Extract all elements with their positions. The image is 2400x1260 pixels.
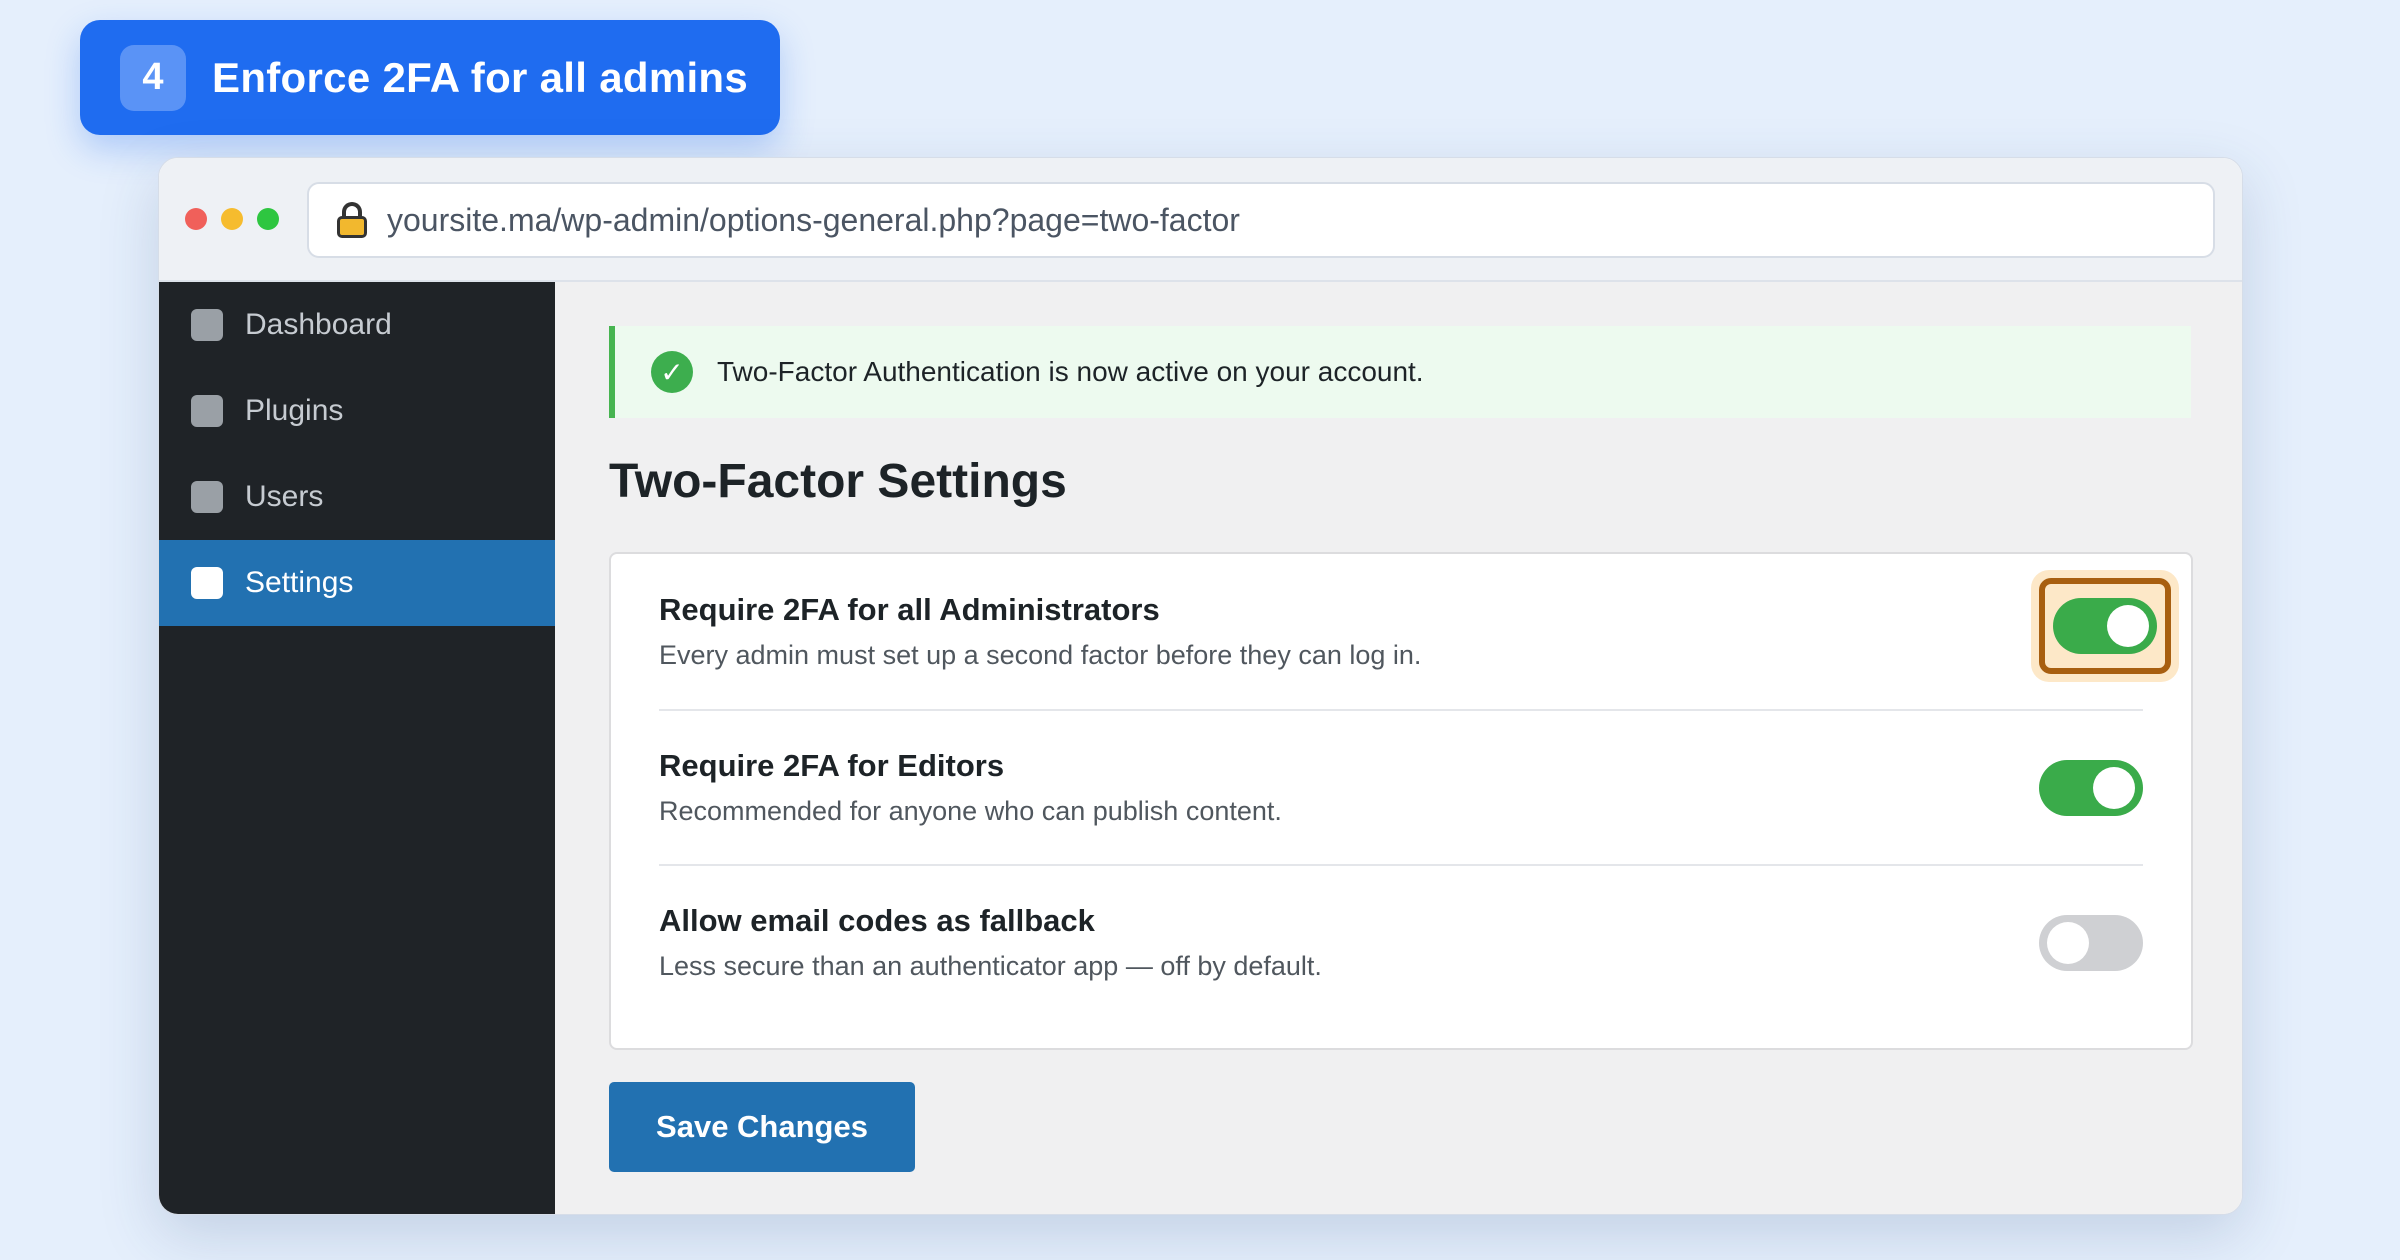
sidebar-item-plugins[interactable]: Plugins (159, 368, 555, 454)
sidebar-item-label: Users (245, 480, 324, 513)
sidebar-item-settings[interactable]: Settings (159, 540, 555, 626)
require-2fa-editors-toggle[interactable] (2039, 759, 2143, 816)
settings-card: Require 2FA for all Administrators Every… (609, 552, 2193, 1050)
highlight-ring (2031, 569, 2179, 682)
toggle-knob (2107, 604, 2149, 647)
close-window-dot[interactable] (185, 208, 207, 230)
setting-title: Require 2FA for all Administrators (659, 592, 1160, 627)
save-changes-button[interactable]: Save Changes (609, 1082, 915, 1172)
sidebar-item-dashboard[interactable]: Dashboard (159, 282, 555, 368)
check-icon: ✓ (651, 351, 693, 393)
browser-window: yoursite.ma/wp-admin/options-general.php… (158, 157, 2243, 1215)
minimize-window-dot[interactable] (221, 208, 243, 230)
address-bar[interactable]: yoursite.ma/wp-admin/options-general.php… (307, 182, 2215, 258)
sidebar-item-label: Settings (245, 566, 354, 599)
toggle-knob (2047, 921, 2089, 964)
email-fallback-toggle[interactable] (2039, 914, 2143, 971)
browser-titlebar: yoursite.ma/wp-admin/options-general.php… (159, 158, 2242, 282)
sidebar-item-users[interactable]: Users (159, 454, 555, 540)
step-badge: 4 Enforce 2FA for all admins (80, 20, 780, 135)
setting-description: Less secure than an authenticator app — … (659, 951, 1322, 981)
setting-row-email-fallback: Allow email codes as fallback Less secur… (659, 864, 2143, 1019)
step-title: Enforce 2FA for all admins (212, 53, 749, 101)
lock-icon (337, 202, 367, 238)
plugins-icon (191, 395, 223, 427)
notice-text: Two-Factor Authentication is now active … (717, 356, 1424, 387)
setting-row-admins: Require 2FA for all Administrators Every… (659, 554, 2179, 709)
success-notice: ✓ Two-Factor Authentication is now activ… (609, 326, 2191, 418)
setting-title: Require 2FA for Editors (659, 748, 1005, 783)
setting-description: Recommended for anyone who can publish c… (659, 796, 1282, 826)
maximize-window-dot[interactable] (257, 208, 279, 230)
sidebar-item-label: Plugins (245, 394, 344, 427)
setting-title: Allow email codes as fallback (659, 903, 1095, 938)
setting-description: Every admin must set up a second factor … (659, 640, 1422, 670)
setting-row-editors: Require 2FA for Editors Recommended for … (659, 709, 2143, 864)
dashboard-icon (191, 309, 223, 341)
sidebar-item-label: Dashboard (245, 308, 392, 341)
main-content: ✓ Two-Factor Authentication is now activ… (555, 282, 2242, 1214)
users-icon (191, 481, 223, 513)
admin-sidebar: Dashboard Plugins Users Settings (159, 282, 555, 1214)
settings-icon (191, 567, 223, 599)
require-2fa-admins-toggle[interactable] (2053, 597, 2157, 654)
page-title: Two-Factor Settings (609, 455, 1067, 508)
toggle-knob (2093, 766, 2135, 809)
url-text: yoursite.ma/wp-admin/options-general.php… (387, 201, 1240, 238)
step-number: 4 (120, 44, 186, 111)
